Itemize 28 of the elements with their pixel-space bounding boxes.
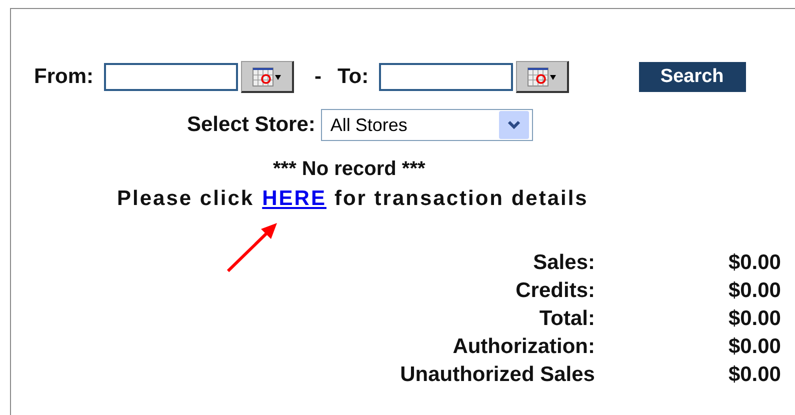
total-label: Credits: xyxy=(514,279,595,303)
total-label: Sales: xyxy=(532,251,595,275)
calendar-button[interactable] xyxy=(240,61,294,93)
from-label: From: xyxy=(34,65,94,89)
calendar-icon xyxy=(252,66,282,88)
to-date-field[interactable] xyxy=(378,63,513,91)
details-text: Please click xyxy=(117,187,254,211)
details-link[interactable]: HERE xyxy=(262,187,326,211)
calendar-icon xyxy=(526,66,557,88)
no-record-message: *** No record *** xyxy=(273,158,426,181)
details-text: for transaction details xyxy=(334,187,588,211)
total-label: Unauthorized Sales xyxy=(400,363,595,387)
from-date-field[interactable] xyxy=(104,63,238,91)
pointer-arrow xyxy=(227,222,278,273)
to-label: To: xyxy=(338,65,369,89)
calendar-button[interactable] xyxy=(516,61,569,93)
total-label: Authorization: xyxy=(452,335,595,359)
total-value: $0.00 xyxy=(727,279,781,303)
total-value: $0.00 xyxy=(727,363,781,387)
search-button[interactable]: Search xyxy=(638,62,746,92)
total-value: $0.00 xyxy=(727,307,781,331)
total-value: $0.00 xyxy=(727,251,781,275)
store-dropdown[interactable]: All Stores xyxy=(321,109,534,141)
store-label: Select Store: xyxy=(187,113,316,137)
total-label: Total: xyxy=(538,307,595,331)
chevron-down-icon xyxy=(507,120,522,130)
range-separator: - xyxy=(314,65,322,89)
total-value: $0.00 xyxy=(727,335,781,359)
